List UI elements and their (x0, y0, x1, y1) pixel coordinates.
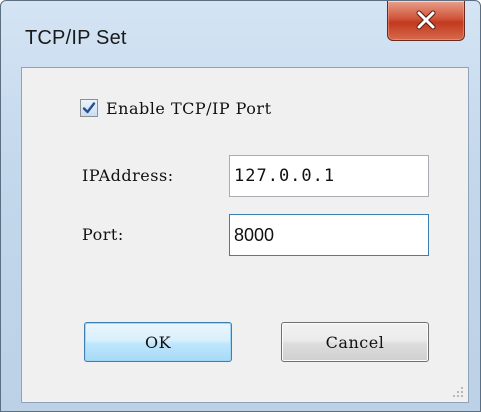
tcpip-dialog: TCP/IP Set Enable TCP/IP Port IPAddress:… (0, 0, 481, 412)
port-label: Port: (82, 225, 124, 244)
ip-address-label: IPAddress: (82, 166, 174, 185)
cancel-button[interactable]: Cancel (281, 322, 429, 362)
dialog-content: Enable TCP/IP Port IPAddress: Port: OK C… (21, 67, 469, 403)
port-input[interactable] (229, 214, 429, 256)
close-button[interactable] (387, 1, 465, 41)
dialog-title: TCP/IP Set (25, 27, 127, 49)
checkmark-icon (82, 102, 96, 114)
resize-grip-icon[interactable] (452, 386, 464, 398)
enable-tcpip-row[interactable]: Enable TCP/IP Port (80, 97, 272, 119)
close-icon (416, 10, 436, 30)
ip-address-input[interactable] (229, 155, 429, 197)
enable-tcpip-checkbox[interactable] (80, 99, 98, 117)
title-bar[interactable]: TCP/IP Set (1, 1, 480, 67)
enable-tcpip-label[interactable]: Enable TCP/IP Port (106, 99, 272, 118)
ok-button[interactable]: OK (84, 322, 232, 362)
